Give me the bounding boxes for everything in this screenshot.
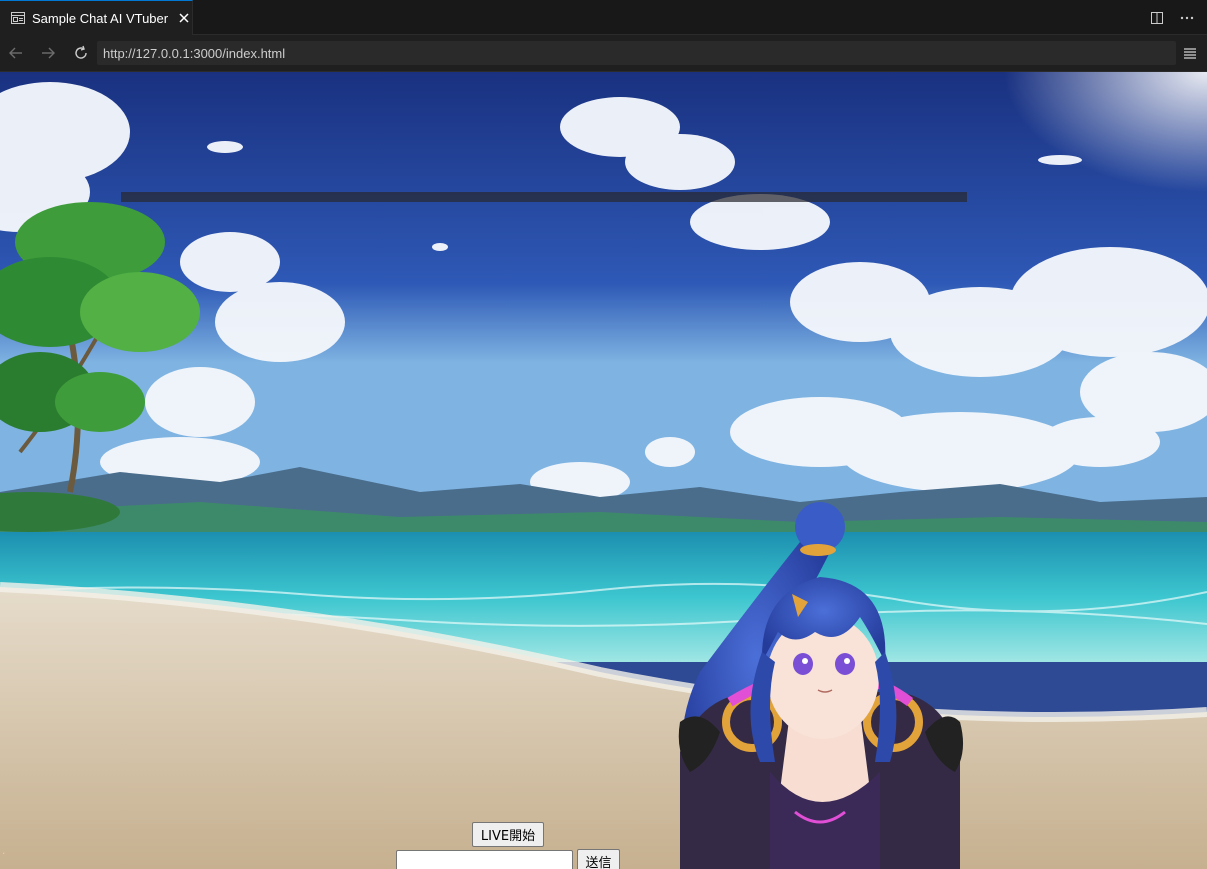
reload-icon[interactable]	[72, 44, 90, 62]
hamburger-icon[interactable]	[1181, 44, 1199, 62]
tab-sample-chat-ai-vtuber[interactable]: Sample Chat AI VTuber	[0, 0, 193, 35]
subtitle-bar	[121, 192, 967, 202]
tab-strip: Sample Chat AI VTuber	[0, 0, 1207, 35]
split-editor-icon[interactable]	[1149, 10, 1165, 26]
svg-text:.: .	[2, 843, 5, 857]
arrow-left-icon[interactable]	[7, 44, 25, 62]
live-start-button[interactable]: LIVE開始	[472, 822, 544, 847]
send-button[interactable]: 送信	[577, 849, 620, 869]
page-viewport: . LIVE開始 送信	[0, 72, 1207, 869]
message-input[interactable]	[396, 850, 573, 869]
preview-icon	[11, 11, 25, 25]
arrow-right-icon[interactable]	[39, 44, 57, 62]
more-actions-icon[interactable]	[1179, 10, 1195, 26]
tab-actions	[1149, 0, 1195, 35]
url-text: http://127.0.0.1:3000/index.html	[103, 45, 286, 61]
close-icon[interactable]	[176, 10, 192, 26]
tab-title: Sample Chat AI VTuber	[32, 10, 169, 26]
url-field[interactable]: http://127.0.0.1:3000/index.html	[97, 41, 1176, 65]
address-bar: http://127.0.0.1:3000/index.html	[0, 35, 1207, 72]
